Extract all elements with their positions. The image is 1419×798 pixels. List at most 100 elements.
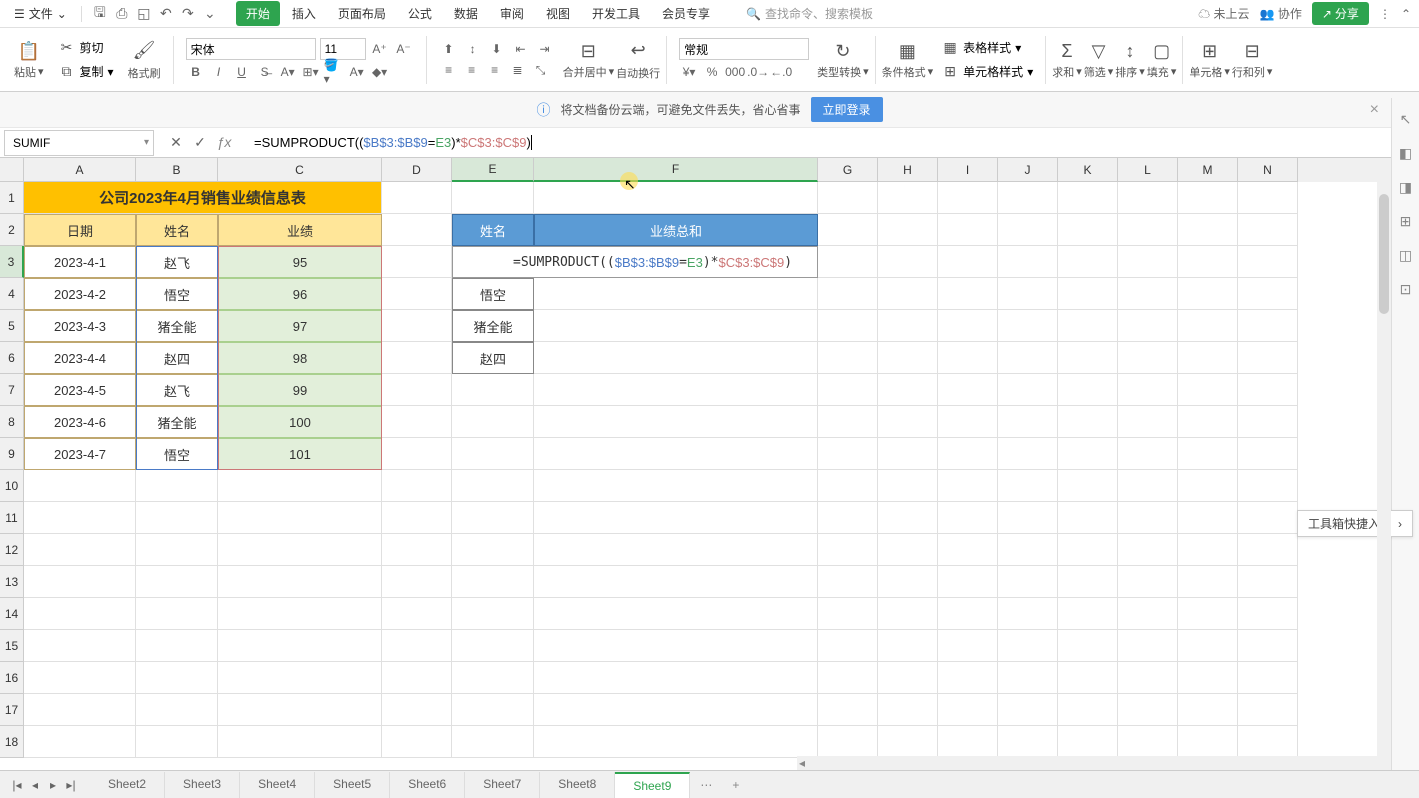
cell-D4[interactable] <box>382 278 452 310</box>
align-right-icon[interactable]: ≡ <box>485 61 505 79</box>
font-size-select[interactable] <box>320 38 366 60</box>
cell-D9[interactable] <box>382 438 452 470</box>
cell-G18[interactable] <box>818 726 878 758</box>
orientation-icon[interactable]: ⤡ <box>531 61 551 79</box>
type-convert-icon[interactable]: ↻ <box>829 40 857 64</box>
more-icon[interactable]: ⋮ <box>1379 7 1391 21</box>
cell-H17[interactable] <box>878 694 938 726</box>
cell-F15[interactable] <box>534 630 818 662</box>
cell-C17[interactable] <box>218 694 382 726</box>
cell-B8[interactable]: 猪全能 <box>136 406 218 438</box>
cell-J10[interactable] <box>998 470 1058 502</box>
cell-A13[interactable] <box>24 566 136 598</box>
cell-B10[interactable] <box>136 470 218 502</box>
cell-G17[interactable] <box>818 694 878 726</box>
cell-J16[interactable] <box>998 662 1058 694</box>
cell-B13[interactable] <box>136 566 218 598</box>
cell-J15[interactable] <box>998 630 1058 662</box>
row-header-3[interactable]: 3 <box>0 246 24 278</box>
paste-icon[interactable]: 📋 <box>15 40 43 64</box>
cell-J11[interactable] <box>998 502 1058 534</box>
cell-L15[interactable] <box>1118 630 1178 662</box>
cell-G5[interactable] <box>818 310 878 342</box>
cell-label[interactable]: 单元格 ▾ <box>1189 64 1230 80</box>
cell-N14[interactable] <box>1238 598 1298 630</box>
cell-M13[interactable] <box>1178 566 1238 598</box>
cell-K6[interactable] <box>1058 342 1118 374</box>
row-header-15[interactable]: 15 <box>0 630 24 662</box>
row-header-13[interactable]: 13 <box>0 566 24 598</box>
cell-M1[interactable] <box>1178 182 1238 214</box>
cell-N4[interactable] <box>1238 278 1298 310</box>
cell-M6[interactable] <box>1178 342 1238 374</box>
merge-icon[interactable]: ⊟ <box>574 40 602 64</box>
cell-M10[interactable] <box>1178 470 1238 502</box>
cell-G8[interactable] <box>818 406 878 438</box>
cell-L9[interactable] <box>1118 438 1178 470</box>
sort-label[interactable]: 排序 ▾ <box>1115 64 1145 80</box>
cell-N10[interactable] <box>1238 470 1298 502</box>
cell-E4[interactable]: 悟空 <box>452 278 534 310</box>
cell-B5[interactable]: 猪全能 <box>136 310 218 342</box>
cell-K14[interactable] <box>1058 598 1118 630</box>
toolbox-popup[interactable]: 工具箱快捷入口 › <box>1297 510 1413 537</box>
cell-E14[interactable] <box>452 598 534 630</box>
cell-N15[interactable] <box>1238 630 1298 662</box>
cell-K2[interactable] <box>1058 214 1118 246</box>
align-left-icon[interactable]: ≡ <box>439 61 459 79</box>
cell-C14[interactable] <box>218 598 382 630</box>
decrease-font-icon[interactable]: A⁻ <box>394 40 414 58</box>
cell-A7[interactable]: 2023-4-5 <box>24 374 136 406</box>
row-header-16[interactable]: 16 <box>0 662 24 694</box>
row-header-1[interactable]: 1 <box>0 182 24 214</box>
cell-D15[interactable] <box>382 630 452 662</box>
cell-M7[interactable] <box>1178 374 1238 406</box>
cell-M12[interactable] <box>1178 534 1238 566</box>
fx-icon[interactable]: ƒx <box>216 134 232 151</box>
col-header-I[interactable]: I <box>938 158 998 182</box>
cell-E16[interactable] <box>452 662 534 694</box>
cell-J14[interactable] <box>998 598 1058 630</box>
cell-G2[interactable] <box>818 214 878 246</box>
cell-B2[interactable]: 姓名 <box>136 214 218 246</box>
cell-M8[interactable] <box>1178 406 1238 438</box>
preview-icon[interactable]: ◱ <box>134 4 154 24</box>
cell-M14[interactable] <box>1178 598 1238 630</box>
col-header-D[interactable]: D <box>382 158 452 182</box>
cell-F1[interactable] <box>534 182 818 214</box>
cell-D14[interactable] <box>382 598 452 630</box>
menu-tab-视图[interactable]: 视图 <box>536 1 580 26</box>
menu-tab-公式[interactable]: 公式 <box>398 1 442 26</box>
cell-E13[interactable] <box>452 566 534 598</box>
fill-label[interactable]: 填充 ▾ <box>1147 64 1177 80</box>
cell-B18[interactable] <box>136 726 218 758</box>
cell-B11[interactable] <box>136 502 218 534</box>
row-header-18[interactable]: 18 <box>0 726 24 758</box>
align-bottom-icon[interactable]: ⬇ <box>487 40 507 58</box>
cell-K17[interactable] <box>1058 694 1118 726</box>
cell-C15[interactable] <box>218 630 382 662</box>
merge-label[interactable]: 合并居中 ▾ <box>563 64 615 80</box>
font-color-button[interactable]: A▾ <box>347 63 367 81</box>
cell-A10[interactable] <box>24 470 136 502</box>
cell-K8[interactable] <box>1058 406 1118 438</box>
cell-K12[interactable] <box>1058 534 1118 566</box>
cell-N6[interactable] <box>1238 342 1298 374</box>
cell-I10[interactable] <box>938 470 998 502</box>
close-banner-icon[interactable]: × <box>1370 101 1379 119</box>
row-header-17[interactable]: 17 <box>0 694 24 726</box>
cell-M9[interactable] <box>1178 438 1238 470</box>
cell-B17[interactable] <box>136 694 218 726</box>
cell-L1[interactable] <box>1118 182 1178 214</box>
cell-H14[interactable] <box>878 598 938 630</box>
cell-A5[interactable]: 2023-4-3 <box>24 310 136 342</box>
cell-A15[interactable] <box>24 630 136 662</box>
row-header-12[interactable]: 12 <box>0 534 24 566</box>
menu-tab-数据[interactable]: 数据 <box>444 1 488 26</box>
cell-G3[interactable] <box>818 246 878 278</box>
sum-label[interactable]: 求和 ▾ <box>1052 64 1082 80</box>
cell-N11[interactable] <box>1238 502 1298 534</box>
cell-J17[interactable] <box>998 694 1058 726</box>
cell-B15[interactable] <box>136 630 218 662</box>
cell-E1[interactable] <box>452 182 534 214</box>
